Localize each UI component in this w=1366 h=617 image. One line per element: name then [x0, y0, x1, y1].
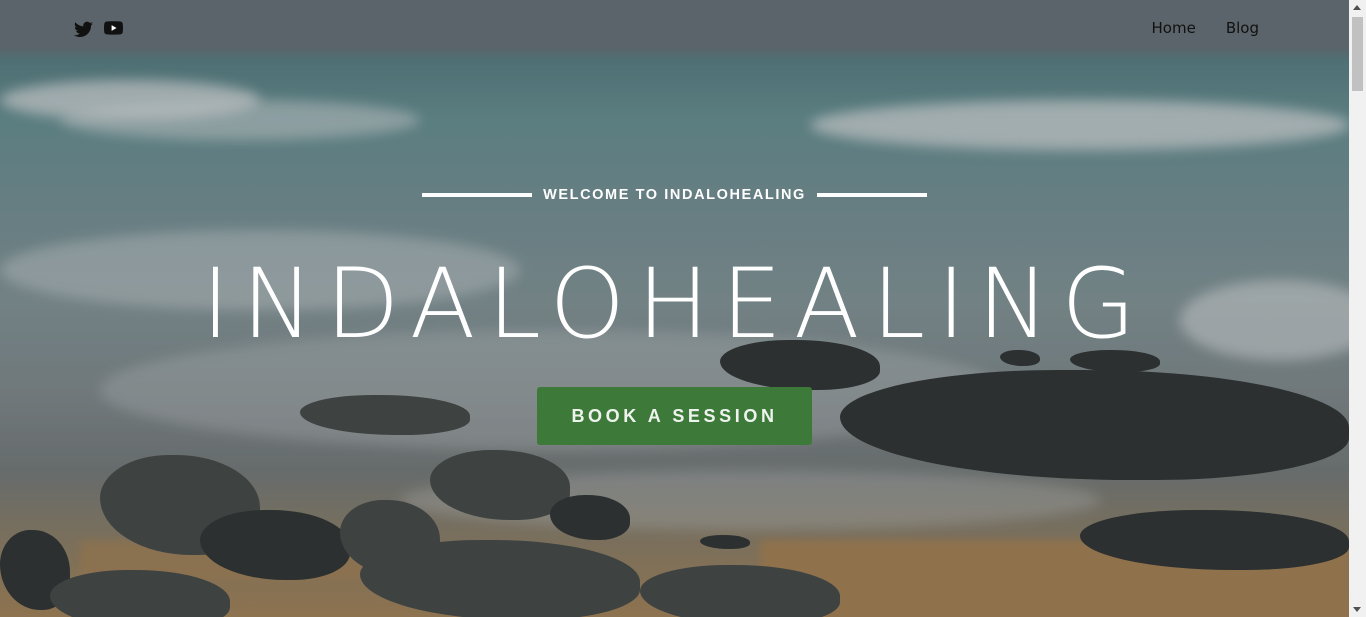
welcome-text: WELCOME TO INDALOHEALING: [543, 187, 806, 203]
main-nav: Home Blog: [1152, 19, 1259, 37]
nav-home-link[interactable]: Home: [1152, 19, 1196, 37]
page-scrollbar[interactable]: [1349, 0, 1366, 617]
book-session-button[interactable]: BOOK A SESSION: [537, 387, 812, 445]
site-title: INDALOHEALING: [201, 248, 1148, 360]
top-navigation: Home Blog: [0, 0, 1349, 62]
nav-blog-link[interactable]: Blog: [1226, 19, 1259, 37]
scroll-down-icon[interactable]: [1353, 607, 1361, 612]
social-links: [74, 21, 123, 38]
welcome-right-line: [816, 193, 927, 197]
scrollbar-thumb[interactable]: [1352, 17, 1363, 91]
twitter-icon[interactable]: [74, 21, 93, 38]
scroll-up-icon[interactable]: [1353, 5, 1361, 10]
welcome-left-line: [422, 193, 533, 197]
youtube-icon[interactable]: [104, 21, 123, 38]
welcome-heading: WELCOME TO INDALOHEALING: [0, 187, 1349, 203]
